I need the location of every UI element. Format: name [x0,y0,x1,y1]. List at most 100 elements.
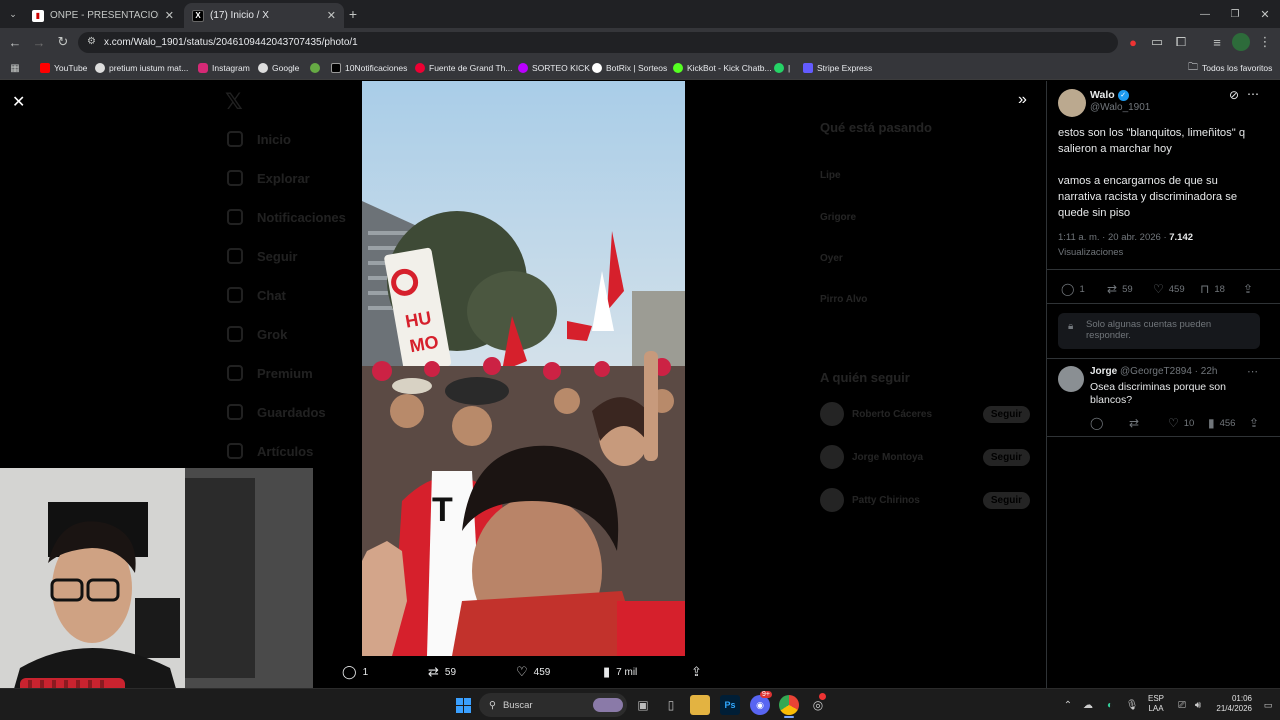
reply-button[interactable]: ◯ 1 [342,664,368,680]
site-info-icon[interactable]: ⚙ [87,36,96,47]
bookmark-instagram[interactable]: Instagram [198,61,250,75]
microphone-icon[interactable]: 🎙︎ [1122,695,1142,715]
author-handle[interactable]: @Walo_1901 [1090,102,1150,113]
views-number: 7.142 [1169,232,1194,243]
like-button[interactable]: ♡ 459 [516,664,550,680]
avatar[interactable] [1058,366,1084,392]
verified-badge-icon: ✓ [1117,89,1129,101]
tab-label: (17) Inicio / X [210,10,269,21]
more-options-icon[interactable]: ⋯ [1247,87,1259,101]
close-window-button[interactable]: ✕ [1256,5,1274,23]
reply-count: 1 [362,666,369,678]
grok-icon[interactable]: ⊘ [1229,88,1239,102]
app-icon[interactable]: ▯ [661,695,681,715]
volume-icon[interactable]: 🔊︎ [1188,695,1208,715]
author-label: Walo [1090,89,1115,101]
chrome-menu-icon[interactable]: ⋮ [1256,33,1274,51]
notifications-icon[interactable]: ▭ [1258,695,1278,715]
maximize-button[interactable]: ❐ [1226,5,1244,23]
reload-icon[interactable]: ↻ [54,33,72,51]
reply-share-button[interactable]: ⇪ [1249,416,1264,430]
reply-repost-button[interactable]: ⇄ [1129,416,1144,430]
like-button[interactable]: ♡ 459 [1153,282,1185,296]
language-indicator[interactable]: ESP LAA [1148,694,1164,714]
bookmark-button[interactable]: ⊓ 18 [1200,282,1225,296]
apps-grid-icon[interactable]: ▦ [6,59,24,77]
all-favorites[interactable]: 🗀 Todos los favoritos [1188,61,1272,75]
suggestion-row: Patty Chirinos Seguir [820,488,1030,512]
bookmark-icon: ⊓ [1200,282,1210,296]
repost-button[interactable]: ⇄ 59 [1107,282,1133,296]
close-tab-icon[interactable]: ✕ [165,9,174,22]
bookmark-fuente-grand-theft[interactable]: Fuente de Grand Th... [415,61,512,75]
kickbot-icon [673,63,683,73]
taskbar-search-box[interactable]: ⚲ Buscar [479,693,627,717]
file-explorer-icon[interactable] [690,695,710,715]
minimize-button[interactable]: — [1196,5,1214,23]
clock[interactable]: 01:06 21/4/2026 [1212,694,1252,714]
avatar[interactable] [1058,89,1086,117]
share-button[interactable]: ⇪ [1243,282,1258,296]
tray-edge-icon[interactable]: ◐ [1100,695,1120,715]
reply-author[interactable]: Jorge [1090,366,1117,377]
heart-icon: ♡ [516,664,528,679]
close-viewer-icon[interactable]: ✕ [12,92,25,112]
nav-label: Premium [257,365,313,381]
bookmark-botrix[interactable]: BotRix | Sorteos [592,61,667,75]
chrome-icon[interactable] [779,695,799,715]
tray-chevron-icon[interactable]: ⌃ [1058,695,1078,715]
repost-button[interactable]: ⇄ 59 [428,664,456,680]
reply-like-button[interactable]: ♡ 10 [1168,416,1194,430]
windows-start-icon[interactable] [453,695,473,715]
trend-item: Grigore [820,212,857,223]
tab-search-chevron-icon[interactable]: ⌄ [4,5,22,23]
new-tab-button[interactable]: + [344,5,362,23]
tray-cloud-icon[interactable]: ☁ [1078,695,1098,715]
reply-handle[interactable]: @GeorgeT2894 · 22h [1120,366,1217,377]
views-button[interactable]: ▮ 7 mil [603,664,637,680]
reply-header: Jorge @GeorgeT2894 · 22h [1090,366,1217,377]
task-view-icon[interactable]: ▣ [633,695,653,715]
bookmark-youtube[interactable]: YouTube [40,61,87,75]
reply-reply-button[interactable]: ◯ [1090,416,1108,430]
extensions-puzzle-icon[interactable]: ⧠ [1172,33,1190,51]
bookmark-extra[interactable] [310,61,324,75]
reply-bubble-icon: ◯ [1061,282,1075,296]
nav-guardados: Guardados [227,404,326,420]
extension-red-icon[interactable]: ● [1124,33,1142,51]
tweet-timestamp[interactable]: 1:11 a. m. · 20 abr. 2026 · 7.142 [1058,232,1193,243]
bookmark-sorteo-kick[interactable]: SORTEO KICK [518,61,590,75]
like-count: 459 [1168,283,1185,295]
nav-articulos: Artículos [227,443,313,459]
reply-button[interactable]: ◯ 1 [1061,282,1085,296]
expand-sidebar-chevrons-icon[interactable]: » [1018,91,1027,109]
bookmark-google[interactable]: Google [258,61,299,75]
bookmark-label: SORTEO KICK [532,63,590,73]
photoshop-icon[interactable]: Ps [720,695,740,715]
profile-avatar[interactable] [1232,33,1250,51]
bookmark-whatsapp[interactable]: | [774,61,790,75]
clock-time: 01:06 [1231,694,1252,703]
tweet-photo[interactable]: HU MO T [362,81,685,656]
bookmark-10notificaciones[interactable]: 10Notificaciones [331,61,407,75]
reply-more-options-icon[interactable]: ⋯ [1247,365,1258,378]
nav-label: Chat [257,287,286,303]
bookmark-stripe[interactable]: Stripe Express [803,61,872,75]
tab-onpe[interactable]: ▮ ONPE - PRESENTACIÓN DE RES ✕ [24,3,182,28]
address-bar[interactable]: ⚙ x.com/Walo_1901/status/204610944204370… [78,32,1118,53]
forward-arrow-icon[interactable]: → [30,33,48,51]
reply-views[interactable]: ▮ 456 [1208,416,1235,430]
bookmark-kickbot[interactable]: KickBot - Kick Chatb... [673,61,772,75]
nav-seguir: Seguir [227,248,297,264]
discord-icon[interactable]: ◉ [750,695,770,715]
reply-bubble-icon: ◯ [342,664,357,679]
extension-card-icon[interactable]: ▭ [1148,33,1166,51]
timestamp-label: 1:11 a. m. · 20 abr. 2026 · [1058,232,1170,243]
bookmark-pretium[interactable]: pretium iustum mat... [95,61,188,75]
tab-x-inicio[interactable]: X (17) Inicio / X ✕ [184,3,344,28]
share-button[interactable]: ⇪ [691,664,708,680]
reading-list-icon[interactable]: ≡ [1208,33,1226,51]
close-tab-icon[interactable]: ✕ [327,9,336,22]
back-arrow-icon[interactable]: ← [6,33,24,51]
author-name[interactable]: Walo ✓ [1090,89,1129,101]
